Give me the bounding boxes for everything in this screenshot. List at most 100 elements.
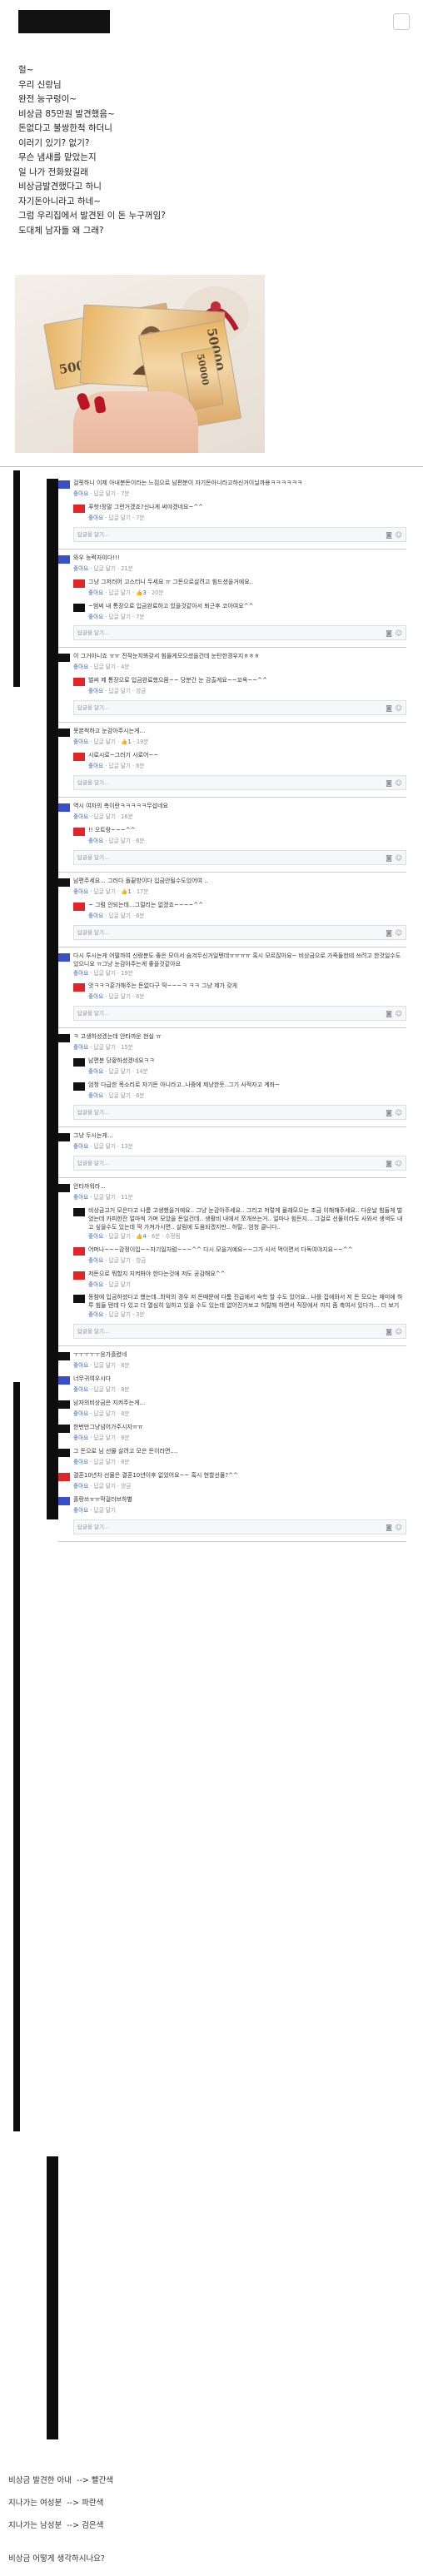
avatar[interactable] (73, 1246, 85, 1256)
camera-icon[interactable]: ◙ (386, 704, 392, 714)
like-link[interactable]: 좋아요 (73, 1507, 88, 1514)
like-link[interactable]: 좋아요 (73, 1194, 88, 1201)
camera-icon[interactable]: ◙ (386, 531, 392, 540)
comment-time[interactable]: 8분 (121, 1410, 129, 1417)
reply-input[interactable]: 답글을 달기... ◙ ☺ (73, 1105, 406, 1121)
reply-link[interactable]: 답글 달기 (109, 515, 131, 521)
comment-time[interactable]: 20분 (152, 589, 163, 596)
avatar[interactable] (58, 878, 70, 887)
camera-icon[interactable]: ◙ (386, 929, 392, 938)
avatar[interactable] (73, 983, 85, 992)
avatar[interactable] (73, 902, 85, 911)
like-link[interactable]: 좋아요 (73, 1435, 88, 1441)
comment-time[interactable]: 17분 (137, 888, 148, 895)
like-count[interactable]: 4 (142, 1233, 146, 1240)
reply-link[interactable]: 답글 달기 (109, 1068, 131, 1075)
like-link[interactable]: 좋아요 (73, 664, 88, 670)
like-link[interactable]: 좋아요 (88, 515, 103, 521)
reply-link[interactable]: 답글 달기 (109, 763, 131, 769)
avatar[interactable] (58, 1376, 70, 1385)
camera-icon[interactable]: ◙ (386, 854, 392, 863)
reply-link[interactable]: 답글 달기 (109, 688, 131, 694)
comment-time[interactable]: 8분 (121, 1459, 129, 1465)
reply-input[interactable]: 답글을 달기... ◙ ☺ (73, 1006, 406, 1022)
reply-input[interactable]: 답글을 달기... ◙ ☺ (73, 625, 406, 641)
reply-link[interactable]: 답글 달기 (109, 1311, 131, 1318)
like-link[interactable]: 좋아요 (73, 1410, 88, 1417)
like-link[interactable]: 좋아요 (73, 1483, 88, 1489)
reply-link[interactable]: 답글 달기 (109, 1281, 131, 1288)
avatar[interactable] (58, 1352, 70, 1361)
avatar[interactable] (58, 803, 70, 813)
camera-icon[interactable]: ◙ (386, 1328, 392, 1337)
camera-icon[interactable]: ◙ (386, 779, 392, 788)
avatar[interactable] (73, 1271, 85, 1280)
like-link[interactable]: 좋아요 (73, 1362, 88, 1369)
like-count[interactable]: 1 (127, 738, 131, 745)
like-link[interactable]: 좋아요 (88, 1233, 103, 1240)
reply-link[interactable]: 답글 달기 (94, 1483, 116, 1489)
comment-time[interactable]: 15분 (121, 1044, 132, 1051)
reply-input[interactable]: 답글을 달기... ◙ ☺ (73, 775, 406, 791)
comment-time[interactable]: 4분 (121, 664, 129, 670)
like-link[interactable]: 좋아요 (73, 813, 88, 820)
like-link[interactable]: 좋아요 (73, 565, 88, 572)
reply-link[interactable]: 답글 달기 (94, 1459, 116, 1465)
comment-time[interactable]: 8분 (121, 1435, 129, 1441)
avatar[interactable] (58, 952, 70, 962)
avatar[interactable] (58, 480, 70, 489)
camera-icon[interactable]: ◙ (386, 1160, 392, 1169)
reply-input[interactable]: 답글을 달기... ◙ ☺ (73, 700, 406, 716)
comment-time[interactable]: 6분 (136, 913, 144, 919)
smile-icon[interactable]: ☺ (396, 1160, 402, 1169)
like-link[interactable]: 좋아요 (88, 913, 103, 919)
reply-link[interactable]: 답글 달기 (94, 1362, 116, 1369)
like-link[interactable]: 좋아요 (73, 970, 88, 977)
comment-time[interactable]: 7분 (121, 490, 129, 497)
avatar[interactable] (73, 1082, 85, 1092)
reply-input[interactable]: 답글을 달기... ◙ ☺ (73, 924, 406, 940)
avatar[interactable] (58, 729, 70, 738)
photo-money-in-hand[interactable]: 50000 50000 50000 (15, 275, 265, 453)
like-link[interactable]: 좋아요 (73, 888, 88, 895)
avatar[interactable] (73, 753, 85, 762)
avatar[interactable] (73, 603, 85, 612)
comment-time[interactable]: 방금 (136, 1257, 146, 1264)
camera-icon[interactable]: ◙ (386, 1010, 392, 1019)
camera-icon[interactable]: ◙ (386, 1524, 392, 1533)
comment-time[interactable]: 6분 (136, 1092, 144, 1099)
smile-icon[interactable]: ☺ (396, 1524, 402, 1533)
reply-link[interactable]: 답글 달기 (94, 1507, 116, 1514)
comment-time[interactable]: 21분 (121, 565, 132, 572)
reply-link[interactable]: 답글 달기 (94, 970, 116, 977)
smile-icon[interactable]: ☺ (396, 854, 402, 863)
like-link[interactable]: 좋아요 (88, 1311, 103, 1318)
comment-time[interactable]: 13분 (121, 1143, 132, 1150)
reply-link[interactable]: 답글 달기 (94, 1435, 116, 1441)
avatar[interactable] (58, 1448, 70, 1457)
comment-time[interactable]: 8분 (121, 1362, 129, 1369)
avatar[interactable] (58, 1034, 70, 1043)
comment-time[interactable]: 7분 (136, 515, 144, 521)
reply-link[interactable]: 답글 달기 (94, 565, 116, 572)
avatar[interactable] (58, 654, 70, 663)
like-link[interactable]: 좋아요 (88, 763, 103, 769)
comment-time[interactable]: 19분 (121, 970, 132, 977)
reply-link[interactable]: 답글 달기 (94, 1410, 116, 1417)
avatar[interactable] (73, 678, 85, 687)
reply-link[interactable]: 답글 달기 (94, 813, 116, 820)
reply-link[interactable]: 답글 달기 (109, 1092, 131, 1099)
avatar[interactable] (73, 504, 85, 513)
reply-link[interactable]: 답글 달기 (94, 1194, 116, 1201)
reply-link[interactable]: 답글 달기 (94, 664, 116, 670)
comment-time[interactable]: 7분 (136, 614, 144, 620)
like-link[interactable]: 좋아요 (73, 1044, 88, 1051)
avatar[interactable] (58, 1400, 70, 1410)
reply-link[interactable]: 답글 달기 (94, 888, 116, 895)
reply-input[interactable]: 답글을 달기... ◙ ☺ (73, 1155, 406, 1171)
smile-icon[interactable]: ☺ (396, 1010, 402, 1019)
reply-link[interactable]: 답글 달기 (109, 1233, 131, 1240)
comment-time[interactable]: 6분 · 수정됨 (152, 1233, 181, 1240)
avatar[interactable] (58, 1183, 70, 1192)
avatar[interactable] (73, 827, 85, 836)
